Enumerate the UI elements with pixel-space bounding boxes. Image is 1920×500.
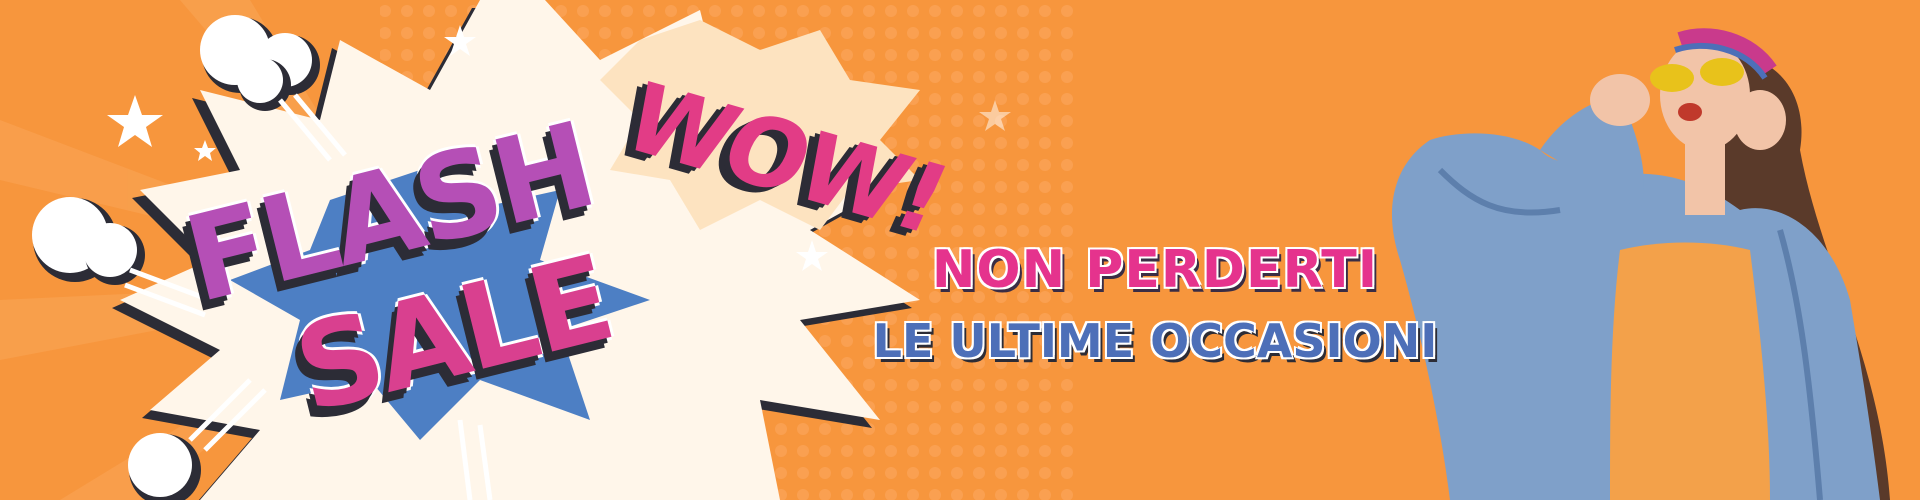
flash-sale-banner[interactable]: FLASH SALE WOW! NON PERDERTI LE ULTIME O…: [0, 0, 1920, 500]
model-photo: [1391, 28, 1890, 500]
headline[interactable]: NON PERDERTI LE ULTIME OCCASIONI: [855, 240, 1455, 368]
headline-line1: NON PERDERTI: [931, 240, 1379, 300]
headline-line2: LE ULTIME OCCASIONI: [872, 314, 1438, 368]
